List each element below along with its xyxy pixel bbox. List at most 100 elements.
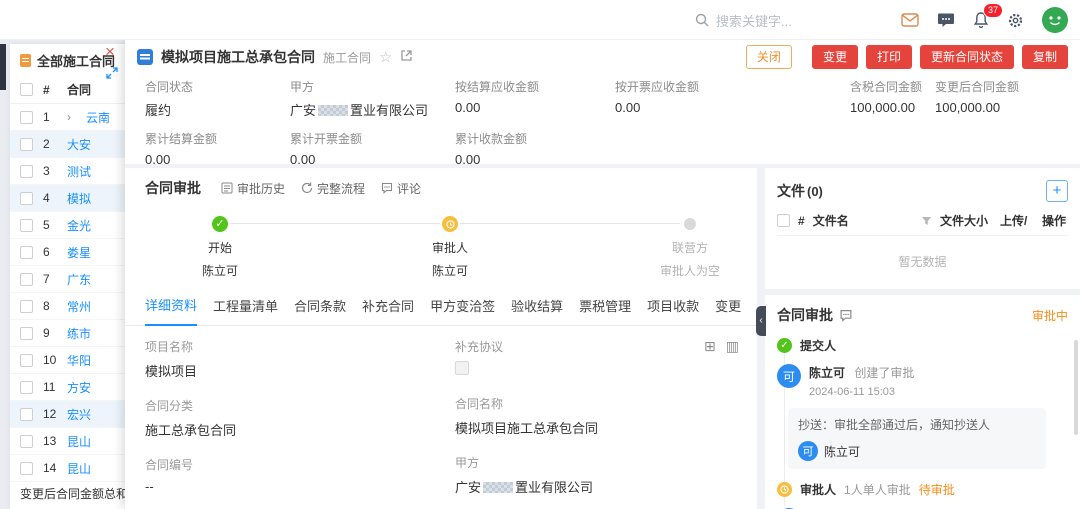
approval-flow-header: 合同审批 审批历史 完整流程 评论 [125, 168, 757, 198]
row-checkbox[interactable] [20, 300, 33, 313]
drawer-expand-icon[interactable] [106, 67, 118, 82]
actions-column-header: 操作 [1042, 212, 1068, 229]
party-a-link[interactable]: 广安置业有限公司 [290, 100, 455, 119]
contract-link[interactable]: 昆山 [67, 433, 91, 450]
chat-icon[interactable] [937, 12, 955, 28]
row-checkbox[interactable] [20, 165, 33, 178]
party-a-link[interactable]: 广安置业有限公司 [455, 480, 593, 495]
close-button[interactable]: 关闭 [746, 45, 792, 69]
party-a-suffix: 置业有限公司 [515, 480, 593, 495]
user-avatar[interactable] [1042, 7, 1068, 33]
field-contract-name: 合同名称 模拟项目施工总承包合同 [455, 395, 740, 437]
avatar[interactable]: 可 [798, 441, 818, 461]
row-checkbox[interactable] [20, 381, 33, 394]
tab-details[interactable]: 详细资料 [145, 295, 197, 326]
settings-gear-icon[interactable] [1007, 12, 1024, 29]
row-checkbox[interactable] [20, 462, 33, 475]
contract-doc-icon [20, 54, 31, 67]
row-checkbox[interactable] [20, 111, 33, 124]
row-checkbox[interactable] [20, 246, 33, 259]
check-circle-icon [777, 338, 792, 353]
tab-acceptance[interactable]: 验收结算 [511, 296, 563, 325]
tab-party-a-change[interactable]: 甲方变洽签 [430, 296, 495, 325]
row-checkbox[interactable] [20, 408, 33, 421]
list-summary-footer: 变更后合同金额总和: [20, 485, 131, 502]
comment-icon[interactable] [839, 309, 853, 322]
select-all-checkbox[interactable] [777, 214, 790, 227]
tab-terms[interactable]: 合同条款 [294, 296, 346, 325]
notifications-bell-icon[interactable]: 37 [973, 11, 989, 29]
change-button[interactable]: 变更 [812, 45, 858, 69]
tab-project-receipt[interactable]: 项目收款 [647, 296, 699, 325]
row-index: 9 [43, 326, 57, 340]
full-process-button[interactable]: 完整流程 [301, 180, 365, 197]
contract-link[interactable]: 练市 [67, 325, 91, 342]
field-label: 累计结算金额 [145, 130, 290, 147]
field-contract-amount: 含税合同金额 100,000.00 [850, 78, 935, 119]
contract-link[interactable]: 云南 [86, 109, 110, 126]
contract-link[interactable]: 测试 [67, 163, 91, 180]
panel-collapse-handle[interactable] [756, 306, 766, 336]
contract-link[interactable]: 华阳 [67, 352, 91, 369]
tab-invoice-tax[interactable]: 票税管理 [579, 296, 631, 325]
project-link[interactable]: 模拟项目 [145, 364, 197, 379]
row-checkbox[interactable] [20, 219, 33, 232]
comment-button[interactable]: 评论 [381, 180, 421, 197]
filter-funnel-icon[interactable] [921, 216, 932, 226]
field-label: 合同状态 [145, 78, 290, 95]
field-label: 含税合同金额 [850, 78, 935, 95]
contract-link[interactable]: 金光 [67, 217, 91, 234]
vertical-scrollbar[interactable] [1074, 340, 1078, 435]
row-checkbox[interactable] [20, 138, 33, 151]
print-button[interactable]: 打印 [866, 45, 912, 69]
contract-link[interactable]: 昆山 [67, 460, 91, 477]
contract-link[interactable]: 模拟 [67, 190, 91, 207]
approval-status-badge: 审批中 [1032, 307, 1068, 324]
tab-boq[interactable]: 工程量清单 [213, 296, 278, 325]
avatar[interactable]: 可 [777, 364, 801, 388]
select-all-checkbox[interactable] [20, 83, 33, 96]
redacted-block [483, 482, 513, 493]
contract-link[interactable]: 方安 [67, 379, 91, 396]
contract-link[interactable]: 宏兴 [67, 406, 91, 423]
row-index: 6 [43, 245, 57, 259]
form-column-right: 补充协议 合同名称 模拟项目施工总承包合同 甲方 广安置业有限公司 签约日期 2… [455, 338, 740, 509]
collapsed-sidebar-edge[interactable] [0, 44, 6, 90]
open-external-icon[interactable] [400, 49, 413, 65]
tab-supplement[interactable]: 补充合同 [362, 296, 414, 325]
contract-link[interactable]: 广东 [67, 271, 91, 288]
add-file-button[interactable] [1046, 180, 1068, 202]
person-name: 陈立可 [809, 366, 845, 380]
topbar: 搜索关键字... 37 [0, 0, 1080, 40]
row-checkbox[interactable] [20, 327, 33, 340]
approval-flow-chart: 开始 陈立可 审批人 陈立可 联营方 审批人为空 [145, 204, 737, 284]
field-invoiced-receivable: 按开票应收金额 0.00 [615, 78, 850, 119]
row-checkbox[interactable] [20, 273, 33, 286]
node-title: 审批人 [390, 239, 510, 256]
row-index: 1 [43, 110, 57, 124]
row-checkbox[interactable] [20, 435, 33, 448]
row-checkbox[interactable] [20, 192, 33, 205]
contract-link[interactable]: 常州 [67, 298, 91, 315]
contract-link[interactable]: 娄星 [67, 244, 91, 261]
global-search-input[interactable]: 搜索关键字... [695, 0, 792, 40]
row-expand-icon[interactable] [67, 110, 76, 124]
field-total-settled: 累计结算金额 0.00 [145, 130, 290, 167]
supplement-checkbox[interactable] [455, 361, 469, 375]
cc-person: 可 陈立可 [798, 441, 1036, 461]
mail-icon[interactable] [901, 13, 919, 27]
copy-button[interactable]: 复制 [1022, 45, 1068, 69]
field-contract-category: 合同分类 施工总承包合同 [145, 397, 440, 439]
tab-change[interactable]: 变更 [715, 296, 741, 325]
flow-node-partner: 联营方 审批人为空 [630, 204, 750, 279]
update-status-button[interactable]: 更新合同状态 [920, 45, 1014, 69]
favorite-star-icon[interactable] [379, 48, 392, 66]
approval-history-button[interactable]: 审批历史 [221, 180, 285, 197]
row-checkbox[interactable] [20, 354, 33, 367]
contract-link[interactable]: 大安 [67, 136, 91, 153]
row-index: 13 [43, 434, 57, 448]
clock-circle-icon [442, 216, 458, 232]
drawer-close-icon[interactable] [105, 43, 115, 60]
check-circle-icon [212, 216, 228, 232]
section-label: 提交人 [800, 337, 836, 354]
